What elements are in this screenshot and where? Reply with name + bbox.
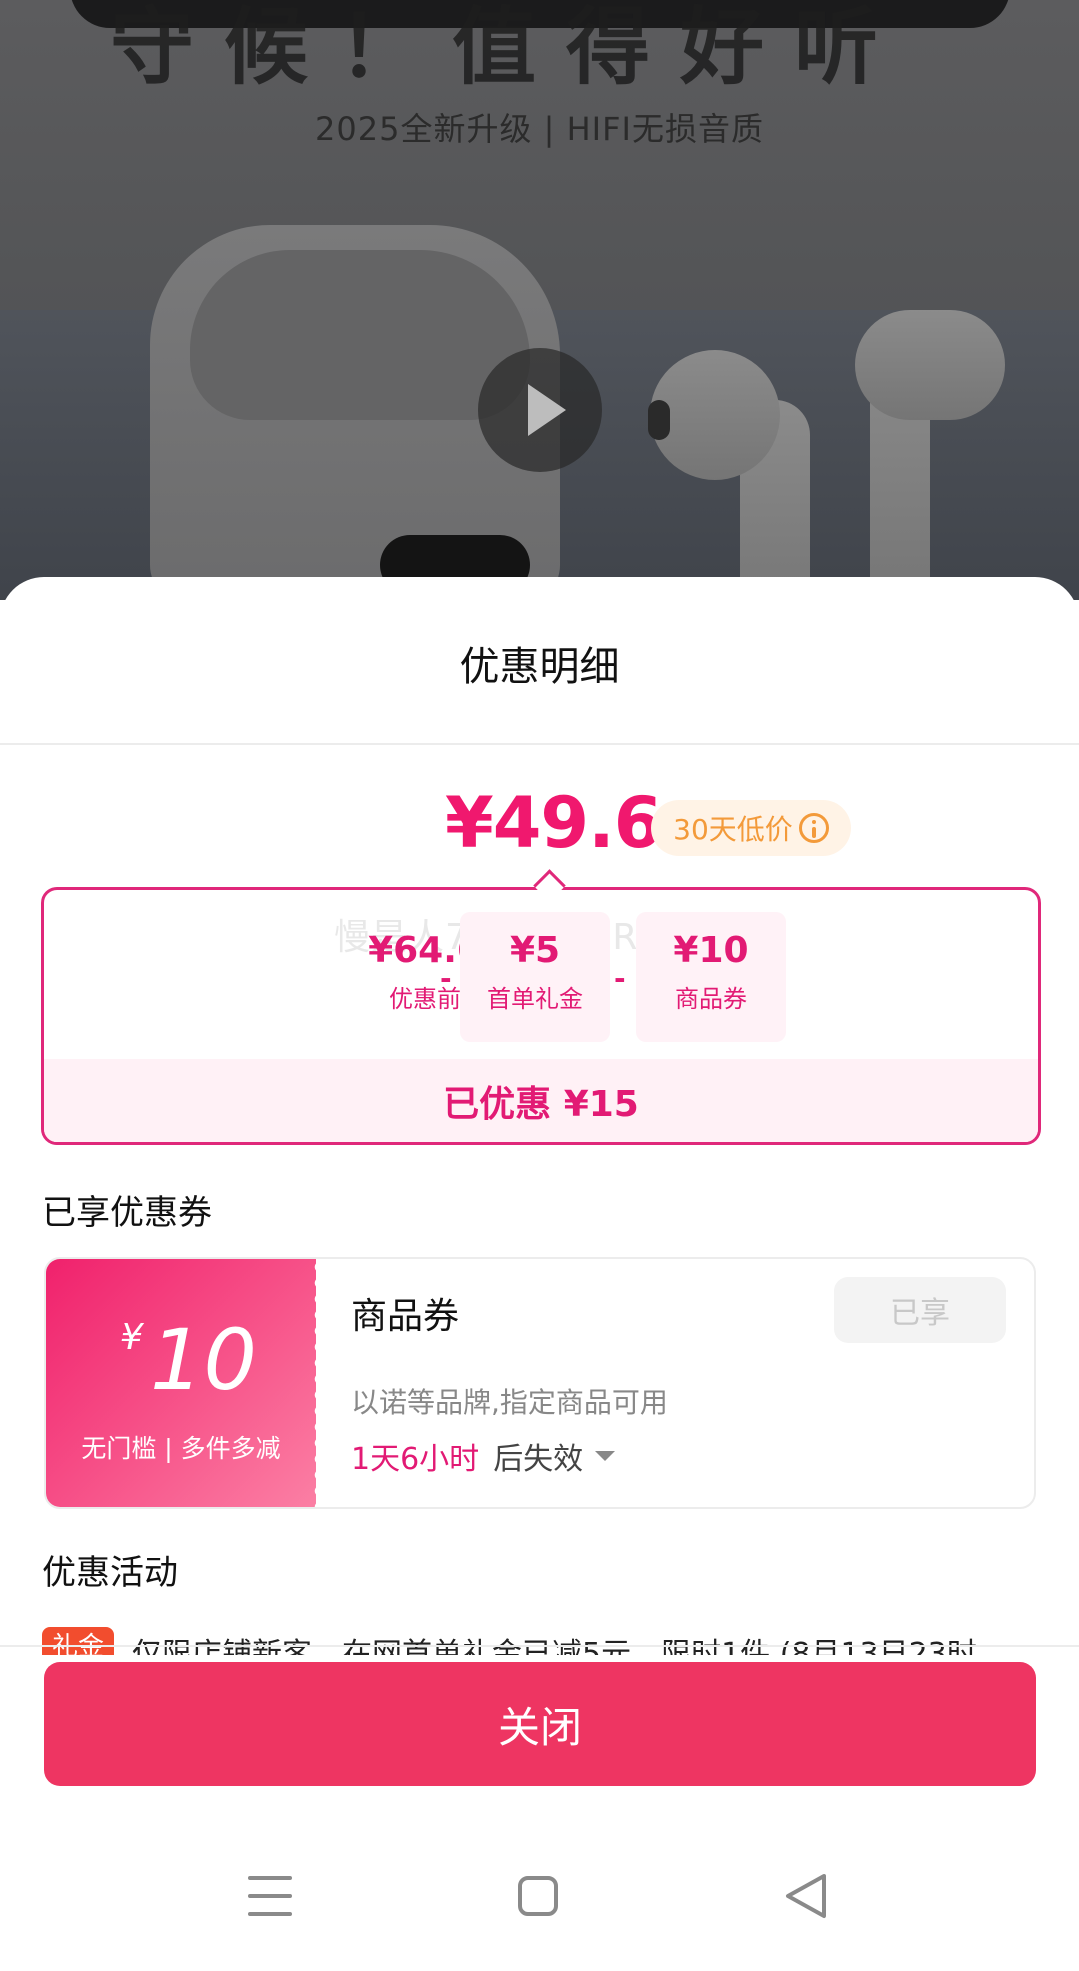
divider <box>0 743 1079 745</box>
coupon-currency: ¥ <box>120 1317 143 1358</box>
promo-subline: 2025全新升级 | HIFI无损音质 <box>315 110 764 148</box>
activity-tag: 礼金 <box>42 1627 115 1655</box>
low-price-label: 30天低价 <box>673 813 793 846</box>
system-nav-bar <box>0 1840 1079 1960</box>
breakdown-label: 商品券 <box>675 985 747 1013</box>
minus-sign: - <box>440 962 452 995</box>
breakdown-amount: ¥10 <box>673 930 749 971</box>
coupon-expiry[interactable]: 1天6小时 后失效 <box>351 1434 616 1478</box>
coupon-perforation <box>308 1259 324 1507</box>
coupon-amount: 10 <box>150 1311 257 1409</box>
back-icon[interactable] <box>784 1872 828 1920</box>
play-icon[interactable] <box>478 348 602 472</box>
coupon-description: 以诺等品牌,指定商品可用 <box>351 1386 668 1419</box>
low-price-badge[interactable]: 30天低价 <box>651 800 851 856</box>
product-media: 守候！值得好听 2025全新升级 | HIFI无损音质 <box>0 0 1079 600</box>
minus-sign: - <box>614 962 626 995</box>
coupon-expiry-suffix: 后失效 <box>493 1442 584 1477</box>
breakdown-product-coupon: ¥10 商品券 <box>636 912 786 1042</box>
earbud-left-speaker <box>648 400 670 440</box>
home-icon[interactable] <box>518 1876 558 1916</box>
coupons-section-title: 已享优惠券 <box>42 1193 212 1233</box>
final-price: ¥49.6 <box>445 782 662 864</box>
coupon-condition: 无门槛 | 多件多减 <box>81 1434 281 1463</box>
chevron-down-icon[interactable] <box>595 1451 616 1461</box>
final-price-row: ¥49.6 30天低价 <box>0 782 1079 872</box>
sheet-title: 优惠明细 <box>459 644 620 690</box>
coupon-card[interactable]: ¥ 10 无门槛 | 多件多减 商品券 已享 以诺等品牌,指定商品可用 1天6小… <box>44 1257 1036 1509</box>
menu-icon[interactable] <box>248 1876 292 1916</box>
coupon-name: 商品券 <box>351 1296 460 1337</box>
discount-detail-sheet: 优惠明细 ¥49.6 30天低价 慢是人7290035RR ¥64.6 优惠前 … <box>0 577 1079 1971</box>
divider <box>0 1645 1079 1647</box>
close-button[interactable]: 关闭 <box>44 1662 1036 1786</box>
coupon-expiry-time: 1天6小时 <box>351 1442 480 1477</box>
coupon-status-button[interactable]: 已享 <box>834 1277 1006 1343</box>
breakdown-label: 首单礼金 <box>487 985 583 1013</box>
activity-item[interactable]: 礼金 仅限店铺新客，在网首单礼金已减5元，限时1件 (8月13日23时 <box>0 1627 1079 1655</box>
activity-text: 仅限店铺新客，在网首单礼金已减5元，限时1件 (8月13日23时 <box>132 1637 977 1655</box>
coupon-value-panel: ¥ 10 无门槛 | 多件多减 <box>46 1259 316 1507</box>
promo-headline: 守候！值得好听 <box>110 0 909 96</box>
activities-section-title: 优惠活动 <box>42 1553 178 1593</box>
earbud-right-image <box>855 310 1005 420</box>
info-icon[interactable] <box>798 813 829 843</box>
price-breakdown: 慢是人7290035RR ¥64.6 优惠前 - ¥5 首单礼金 - ¥10 商… <box>41 887 1041 1145</box>
breakdown-first-order-gift: ¥5 首单礼金 <box>460 912 610 1042</box>
breakdown-amount: ¥5 <box>509 930 561 971</box>
saved-amount-bar: 已优惠 ¥15 <box>44 1059 1038 1142</box>
